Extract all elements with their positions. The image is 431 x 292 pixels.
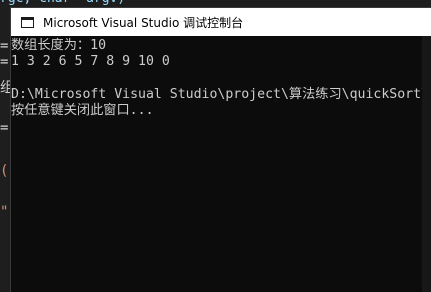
console-line-array-length: 数组长度为：10	[11, 38, 107, 53]
console-line-exe-path: D:\Microsoft Visual Studio\project\算法练习\…	[11, 87, 431, 102]
console-line-press-key: 按任意键关闭此窗口...	[11, 103, 154, 118]
console-titlebar[interactable]: Microsoft Visual Studio 调试控制台	[11, 8, 431, 36]
screen: rgc, char* argv) = = 组 =( (" ") Microsof…	[0, 0, 431, 292]
console-scrollbar[interactable]	[422, 36, 431, 292]
code-fragment: =	[0, 38, 9, 54]
console-app-icon	[21, 16, 34, 28]
debug-console-window[interactable]: Microsoft Visual Studio 调试控制台 数组长度为：10 1…	[10, 7, 431, 292]
console-title: Microsoft Visual Studio 调试控制台	[43, 15, 244, 30]
console-output-area[interactable]: 数组长度为：10 1 3 2 6 5 7 8 9 10 0 D:\Microso…	[11, 36, 431, 292]
code-fragment: =	[0, 54, 9, 70]
console-line-sorted-array: 1 3 2 6 5 7 8 9 10 0	[11, 54, 170, 69]
